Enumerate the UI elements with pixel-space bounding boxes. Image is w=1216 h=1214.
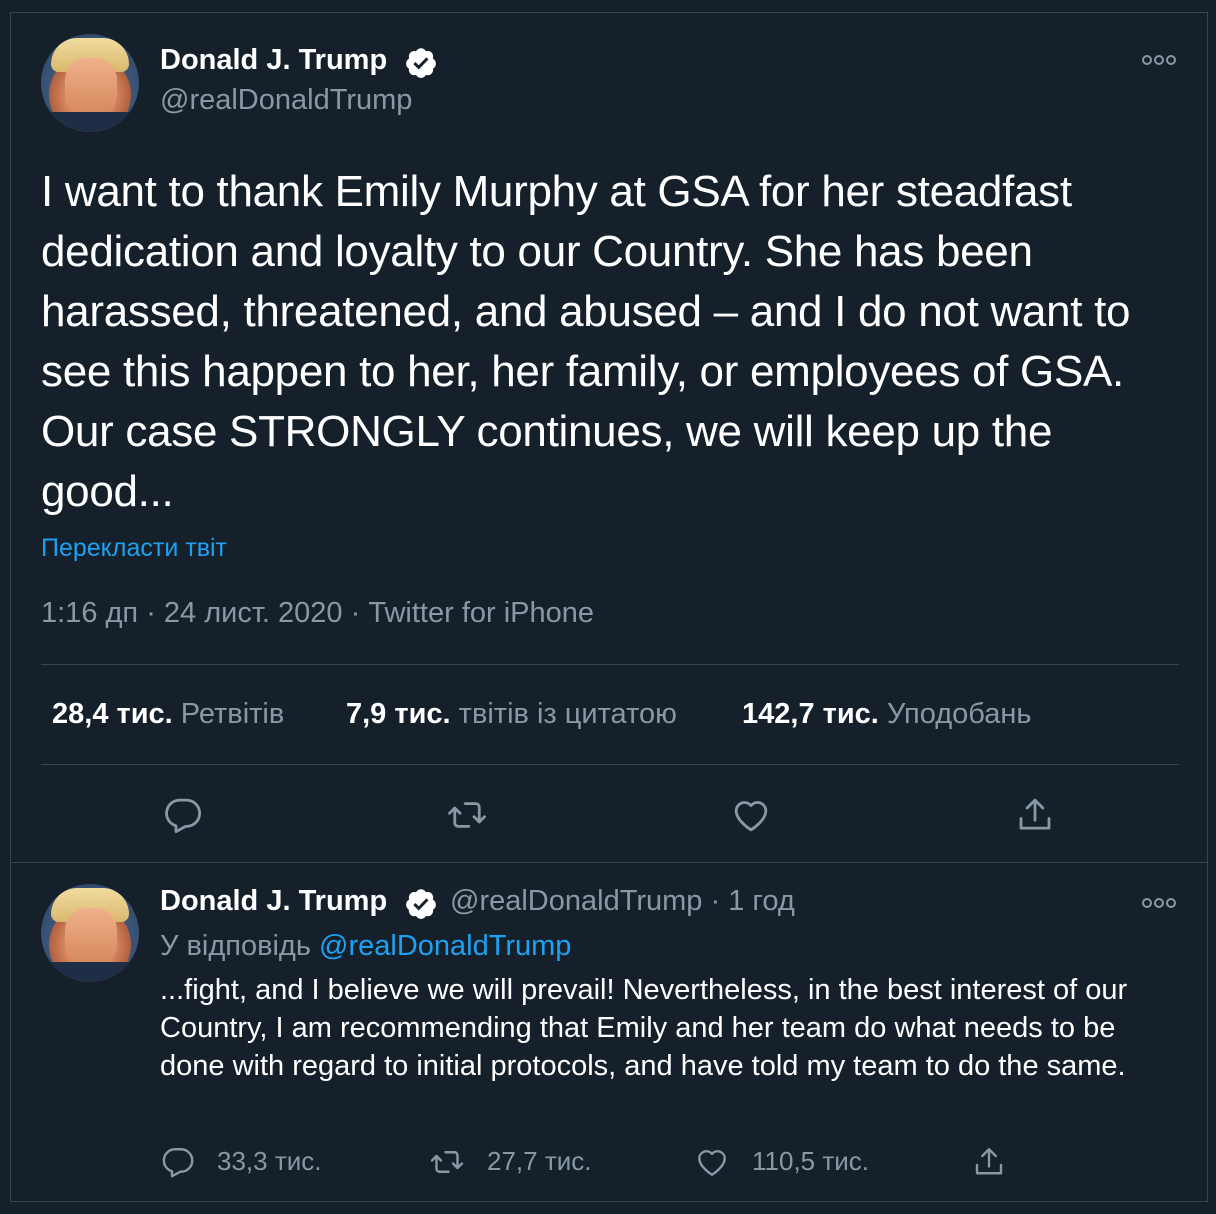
reply-author-handle[interactable]: @realDonaldTrump [450, 885, 702, 917]
author-handle[interactable]: @realDonaldTrump [160, 84, 412, 117]
reply-text: ...fight, and I believe we will prevail!… [160, 974, 1128, 1082]
reply-icon[interactable] [162, 794, 204, 836]
more-options-icon[interactable] [1142, 897, 1176, 909]
share-icon[interactable] [1014, 794, 1056, 836]
reply-time[interactable]: 1 год [728, 885, 795, 917]
retweet-icon[interactable] [429, 1144, 465, 1180]
tweet-source[interactable]: Twitter for iPhone [368, 597, 594, 629]
divider [41, 764, 1179, 765]
tweet-text: I want to thank Emily Murphy at GSA for … [41, 167, 1131, 516]
translate-tweet-link[interactable]: Перекласти твіт [41, 534, 227, 563]
tweet-separator [10, 862, 1208, 863]
author-avatar[interactable] [41, 34, 139, 132]
reply-author-name[interactable]: Donald J. Trump [160, 885, 387, 918]
reply-mention-link[interactable]: @realDonaldTrump [319, 930, 571, 962]
retweets-stat[interactable]: 28,4 тис. Ретвітів [52, 698, 284, 731]
tweet-time[interactable]: 1:16 дп [41, 597, 138, 629]
verified-badge-icon [406, 48, 436, 78]
reply-author-avatar[interactable] [41, 884, 139, 982]
heart-icon[interactable] [694, 1144, 730, 1180]
retweet-icon[interactable] [446, 794, 488, 836]
likes-stat[interactable]: 142,7 тис. Уподобань [742, 698, 1031, 731]
verified-badge-icon [406, 889, 436, 919]
heart-icon[interactable] [730, 794, 772, 836]
share-icon[interactable] [971, 1144, 1007, 1180]
tweet-timestamp: 1:16 дп · 24 лист. 2020 · Twitter for iP… [41, 597, 595, 629]
divider [41, 664, 1179, 665]
tweet-date[interactable]: 24 лист. 2020 [164, 597, 343, 629]
retweet-count: 27,7 тис. [487, 1146, 592, 1176]
reply-count: 33,3 тис. [217, 1146, 322, 1176]
more-options-icon[interactable] [1142, 54, 1176, 66]
like-count: 110,5 тис. [752, 1146, 870, 1176]
reply-author-meta: @realDonaldTrump · 1 год [450, 885, 795, 917]
replying-to: У відповідь @realDonaldTrump [160, 930, 572, 962]
reply-icon[interactable] [160, 1144, 196, 1180]
quotes-stat[interactable]: 7,9 тис. твітів із цитатою [346, 698, 677, 731]
author-name[interactable]: Donald J. Trump [160, 44, 387, 77]
